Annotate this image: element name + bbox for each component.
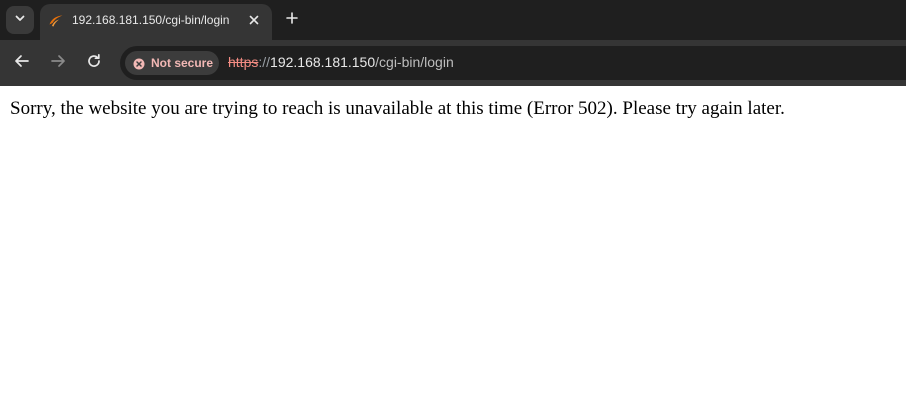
- url-path: /cgi-bin/login: [375, 54, 454, 70]
- arrow-right-icon: [50, 53, 66, 74]
- reload-button[interactable]: [82, 51, 106, 75]
- tab-strip: 192.168.181.150/cgi-bin/login: [0, 0, 906, 40]
- arrow-left-icon: [14, 53, 30, 74]
- new-tab-button[interactable]: [280, 8, 304, 32]
- address-bar[interactable]: Not secure https://192.168.181.150/cgi-b…: [120, 46, 906, 80]
- forward-button[interactable]: [46, 51, 70, 75]
- url-text[interactable]: https://192.168.181.150/cgi-bin/login: [228, 54, 454, 71]
- orange-swoosh-icon: [48, 13, 64, 29]
- error-message: Sorry, the website you are trying to rea…: [10, 98, 785, 119]
- tab-active[interactable]: 192.168.181.150/cgi-bin/login: [40, 4, 272, 40]
- warning-circle-x-icon: [133, 57, 145, 70]
- chevron-down-icon: [14, 11, 26, 29]
- security-chip[interactable]: Not secure: [125, 51, 219, 75]
- not-secure-label: Not secure: [151, 56, 214, 70]
- browser-toolbar: Not secure https://192.168.181.150/cgi-b…: [0, 40, 906, 86]
- url-host: 192.168.181.150: [270, 54, 376, 70]
- reload-icon: [86, 53, 102, 74]
- page-content: Sorry, the website you are trying to rea…: [0, 86, 906, 403]
- url-scheme: https: [228, 54, 259, 70]
- back-button[interactable]: [10, 51, 34, 75]
- tab-title: 192.168.181.150/cgi-bin/login: [72, 13, 230, 27]
- plus-icon: [286, 11, 298, 29]
- url-separator: ://: [258, 54, 271, 70]
- tab-search-button[interactable]: [6, 6, 34, 34]
- close-icon[interactable]: [245, 11, 263, 29]
